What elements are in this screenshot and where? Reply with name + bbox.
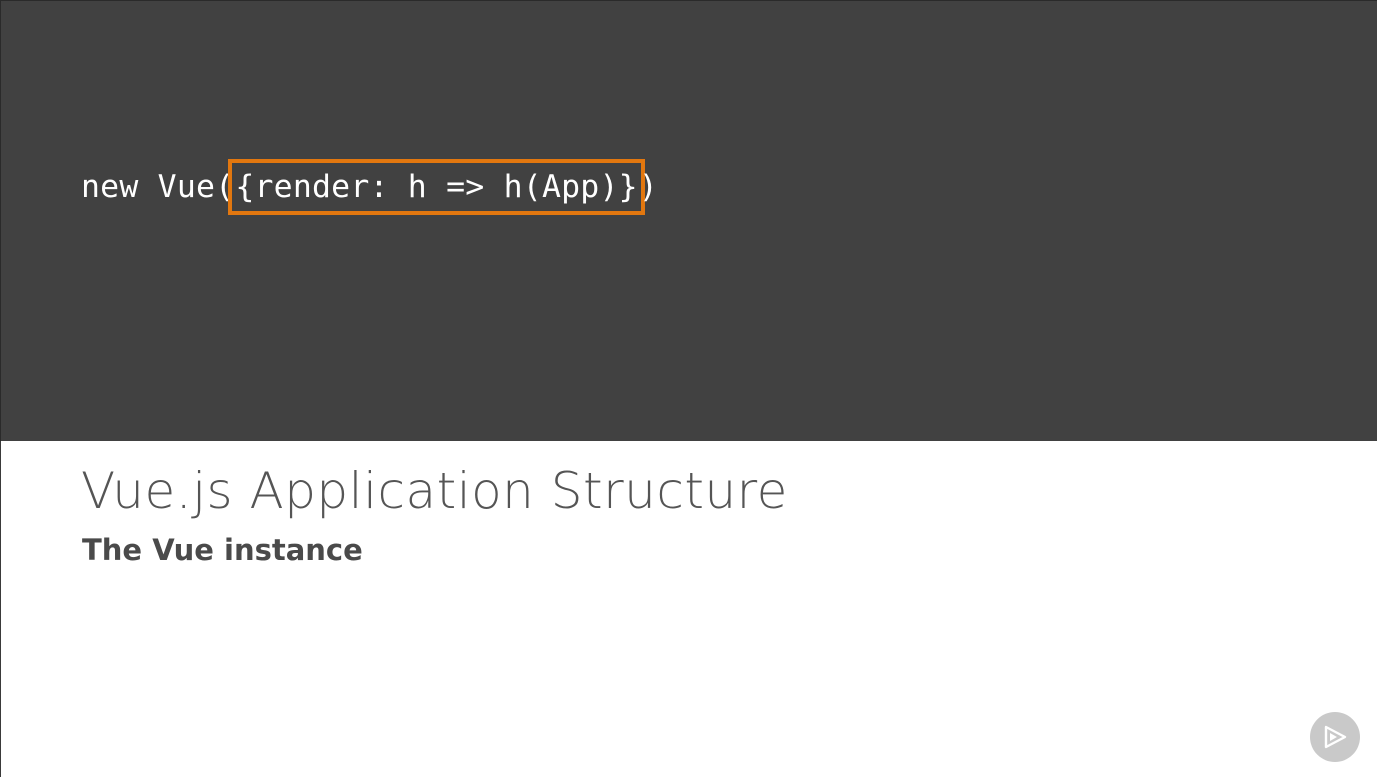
play-button[interactable] — [1310, 712, 1360, 762]
code-highlight-box: {render: h => h(App)} — [228, 159, 645, 215]
left-edge-divider — [0, 441, 1, 777]
code-prefix: new Vue( — [81, 169, 235, 205]
title-area: Vue.js Application Structure The Vue ins… — [81, 458, 788, 570]
code-suffix: ) — [638, 169, 658, 205]
play-icon — [1324, 725, 1347, 749]
code-line: new Vue({render: h => h(App)}) — [81, 159, 658, 215]
slide: new Vue({render: h => h(App)}) Vue.js Ap… — [0, 0, 1377, 777]
slide-subtitle: The Vue instance — [82, 533, 363, 567]
code-panel: new Vue({render: h => h(App)}) — [0, 0, 1377, 441]
slide-title: Vue.js Application Structure — [81, 462, 788, 520]
